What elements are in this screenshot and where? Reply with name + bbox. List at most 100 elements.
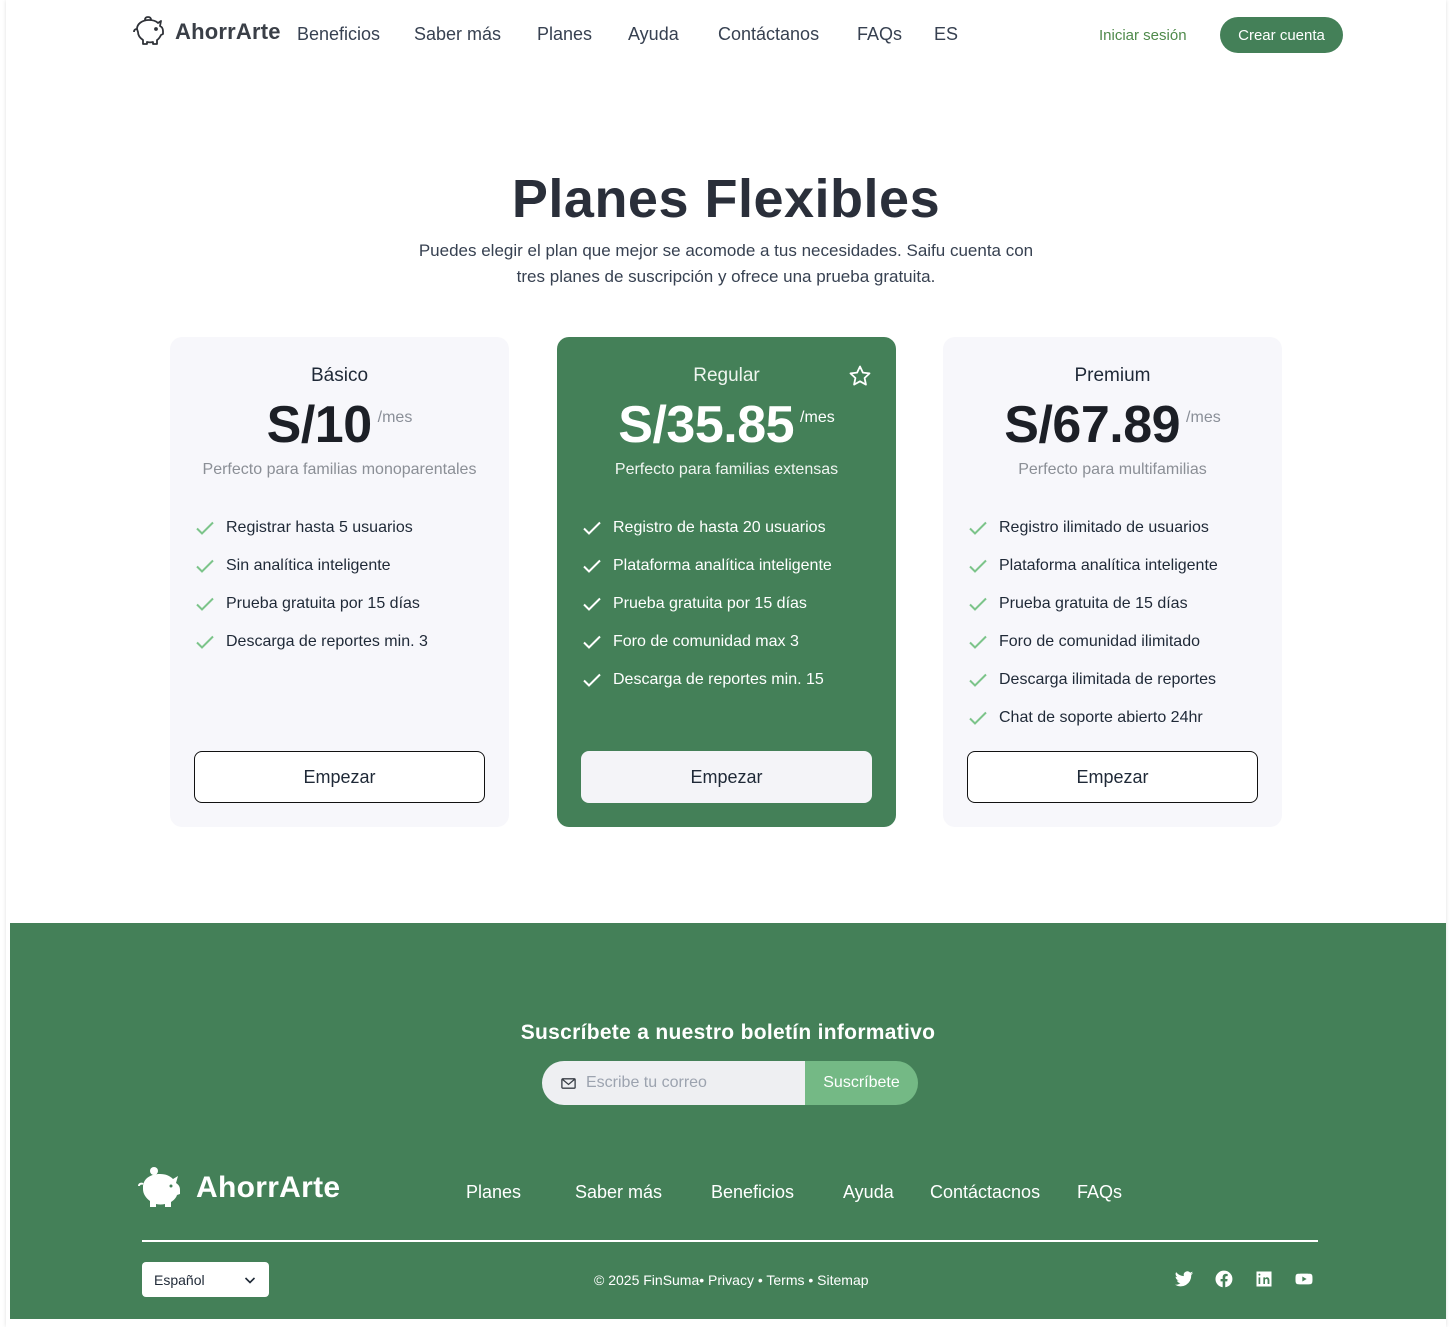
plan-features: Registrar hasta 5 usuarios Sin analítica…	[194, 509, 499, 661]
nav-link-beneficios[interactable]: Beneficios	[297, 24, 380, 45]
start-button-basico[interactable]: Empezar	[194, 751, 485, 803]
plan-price: S/10	[266, 396, 372, 454]
feature-item: Foro de comunidad max 3	[581, 623, 886, 661]
subscribe-button[interactable]: Suscríbete	[805, 1061, 918, 1105]
footer-brand-logo[interactable]: AhorrArte	[136, 1165, 340, 1211]
linkedin-icon[interactable]	[1254, 1269, 1274, 1289]
feature-item: Descarga ilimitada de reportes	[967, 661, 1272, 699]
newsletter-email-input[interactable]: Escribe tu correo	[542, 1061, 805, 1105]
feature-item: Registro de hasta 20 usuarios	[581, 509, 886, 547]
nav-link-contactanos[interactable]: Contáctanos	[718, 24, 819, 45]
check-icon	[583, 559, 601, 573]
check-icon	[969, 635, 987, 649]
feature-text: Plataforma analítica inteligente	[613, 557, 832, 574]
plan-card-premium: Premium S/67.89/mes Perfecto para multif…	[943, 337, 1282, 827]
brand-logo[interactable]: AhorrArte	[131, 14, 281, 50]
star-icon	[849, 365, 871, 386]
check-icon	[196, 597, 214, 611]
brand-name: AhorrArte	[175, 19, 281, 44]
plan-card-regular: Regular S/35.85/mes Perfecto para famili…	[557, 337, 896, 827]
check-icon	[583, 673, 601, 687]
page-subtitle: Puedes elegir el plan que mejor se acomo…	[418, 241, 1034, 286]
feature-text: Prueba gratuita por 15 días	[613, 595, 807, 612]
check-icon	[196, 521, 214, 535]
feature-text: Registro ilimitado de usuarios	[999, 519, 1209, 536]
plan-price: S/35.85	[618, 396, 795, 454]
feature-text: Prueba gratuita por 15 días	[226, 595, 420, 612]
twitter-icon[interactable]	[1174, 1269, 1194, 1289]
nav-link-saber-mas[interactable]: Saber más	[414, 24, 501, 45]
plan-name: Básico	[310, 365, 369, 386]
check-icon	[583, 635, 601, 649]
footer-link-planes[interactable]: Planes	[466, 1182, 521, 1203]
feature-item: Plataforma analítica inteligente	[967, 547, 1272, 585]
facebook-icon[interactable]	[1214, 1269, 1234, 1289]
plan-description: Perfecto para multifamilias	[1018, 461, 1207, 478]
start-button-regular[interactable]: Empezar	[581, 751, 872, 803]
check-icon	[196, 559, 214, 573]
language-select[interactable]: Español	[142, 1262, 269, 1297]
plan-description: Perfecto para familias extensas	[614, 461, 839, 478]
mail-icon	[561, 1077, 576, 1089]
check-icon	[969, 559, 987, 573]
feature-text: Plataforma analítica inteligente	[999, 557, 1218, 574]
newsletter-form: Escribe tu correo Suscríbete	[542, 1061, 918, 1105]
plan-price-row: S/10/mes	[170, 395, 509, 455]
nav-link-ayuda[interactable]: Ayuda	[628, 24, 679, 45]
feature-text: Foro de comunidad max 3	[613, 633, 799, 650]
language-toggle[interactable]: ES	[934, 24, 958, 45]
feature-text: Descarga de reportes min. 15	[613, 671, 824, 688]
newsletter-placeholder: Escribe tu correo	[586, 1074, 707, 1091]
newsletter-title: Suscríbete a nuestro boletín informativo	[520, 1021, 936, 1044]
feature-text: Prueba gratuita de 15 días	[999, 595, 1188, 612]
feature-item: Chat de soporte abierto 24hr	[967, 699, 1272, 737]
feature-item: Descarga de reportes min. 15	[581, 661, 886, 699]
plan-name: Premium	[1074, 365, 1151, 386]
feature-item: Registrar hasta 5 usuarios	[194, 509, 499, 547]
check-icon	[969, 673, 987, 687]
feature-item: Plataforma analítica inteligente	[581, 547, 886, 585]
start-button-premium[interactable]: Empezar	[967, 751, 1258, 803]
footer-link-contactanos[interactable]: Contáctacnos	[930, 1182, 1040, 1203]
youtube-icon[interactable]	[1294, 1269, 1314, 1289]
feature-text: Descarga de reportes min. 3	[226, 633, 428, 650]
piggy-bank-icon	[138, 1167, 180, 1207]
feature-text: Descarga ilimitada de reportes	[999, 671, 1216, 688]
check-icon	[969, 711, 987, 725]
language-select-value: Español	[154, 1271, 205, 1288]
plan-description: Perfecto para familias monoparentales	[202, 461, 477, 478]
nav-link-planes[interactable]: Planes	[537, 24, 592, 45]
feature-item: Registro ilimitado de usuarios	[967, 509, 1272, 547]
plan-card-basico: Básico S/10/mes Perfecto para familias m…	[170, 337, 509, 827]
check-icon	[583, 597, 601, 611]
footer-divider	[142, 1240, 1318, 1242]
feature-text: Registro de hasta 20 usuarios	[613, 519, 826, 536]
feature-item: Descarga de reportes min. 3	[194, 623, 499, 661]
create-account-button[interactable]: Crear cuenta	[1220, 17, 1343, 53]
footer-link-beneficios[interactable]: Beneficios	[711, 1182, 794, 1203]
footer: Suscríbete a nuestro boletín informativo…	[10, 923, 1446, 1319]
plan-period: /mes	[1186, 409, 1221, 426]
feature-item: Sin analítica inteligente	[194, 547, 499, 585]
check-icon	[196, 635, 214, 649]
feature-item: Prueba gratuita por 15 días	[194, 585, 499, 623]
copyright-text: © 2025 FinSuma• Privacy • Terms • Sitema…	[594, 1272, 869, 1288]
feature-item: Foro de comunidad ilimitado	[967, 623, 1272, 661]
feature-item: Prueba gratuita de 15 días	[967, 585, 1272, 623]
login-link[interactable]: Iniciar sesión	[1099, 27, 1187, 44]
check-icon	[583, 521, 601, 535]
chevron-down-icon	[244, 1276, 256, 1284]
plan-price: S/67.89	[1004, 396, 1181, 454]
feature-text: Registrar hasta 5 usuarios	[226, 519, 413, 536]
footer-link-ayuda[interactable]: Ayuda	[843, 1182, 894, 1203]
feature-text: Sin analítica inteligente	[226, 557, 391, 574]
piggy-bank-icon	[133, 16, 164, 45]
footer-link-saber-mas[interactable]: Saber más	[575, 1182, 662, 1203]
nav-link-faqs[interactable]: FAQs	[857, 24, 902, 45]
plan-features: Registro de hasta 20 usuarios Plataforma…	[581, 509, 886, 699]
footer-link-faqs[interactable]: FAQs	[1077, 1182, 1122, 1203]
footer-brand-name: AhorrArte	[196, 1171, 341, 1204]
feature-item: Prueba gratuita por 15 días	[581, 585, 886, 623]
feature-text: Foro de comunidad ilimitado	[999, 633, 1200, 650]
plan-name: Regular	[693, 365, 760, 386]
